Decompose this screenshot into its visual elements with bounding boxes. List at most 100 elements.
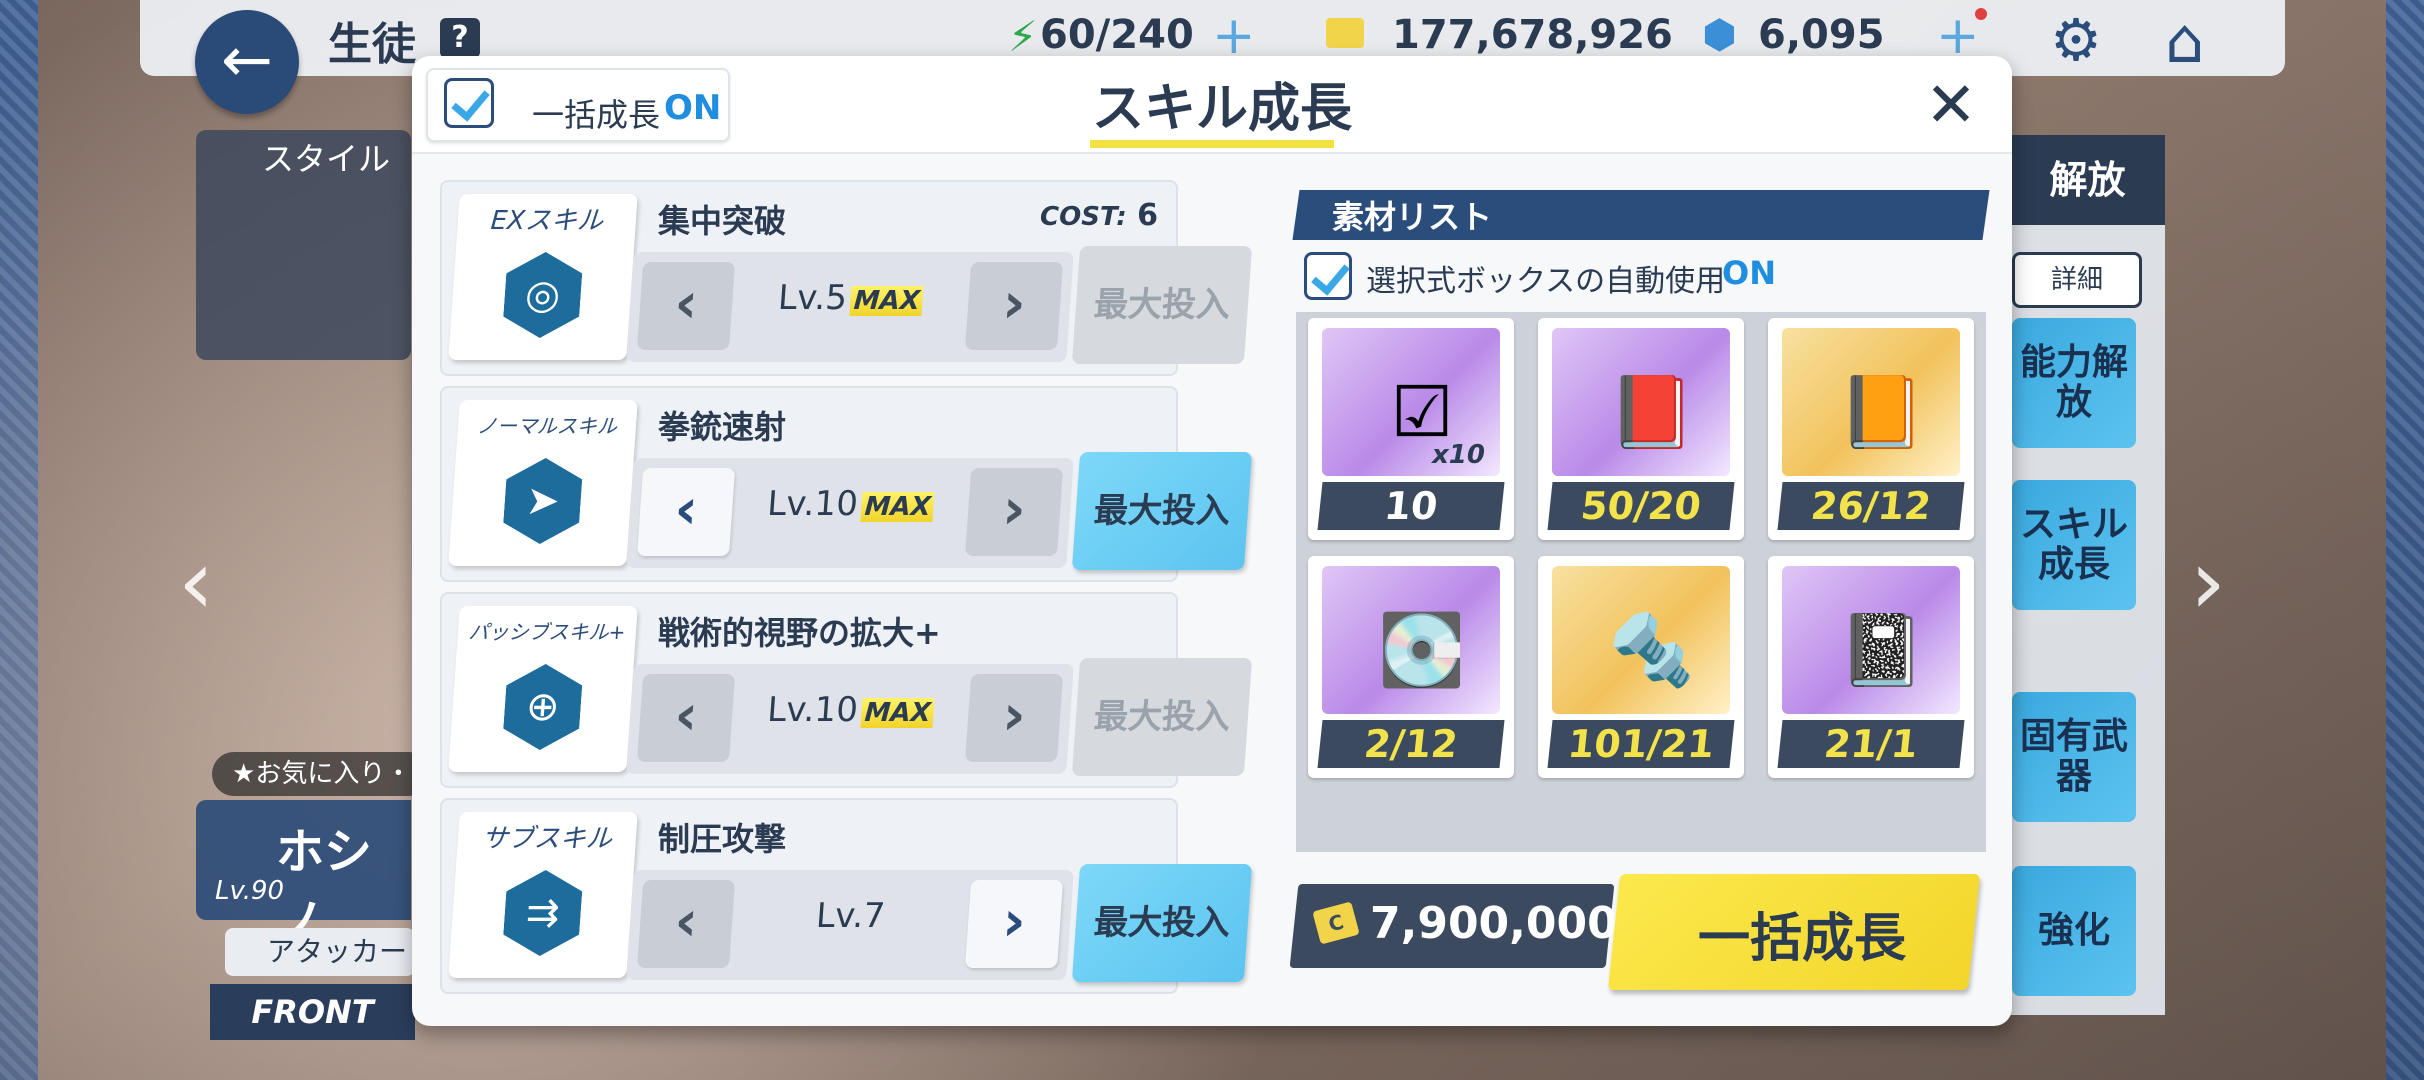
level-decrease-button[interactable]: ‹ — [636, 880, 736, 968]
materials-title: 素材リスト — [1332, 198, 1493, 236]
skill-name: 戦術的視野の拡大+ — [658, 614, 941, 652]
home-icon[interactable]: ⌂ — [2165, 4, 2204, 77]
notification-dot — [1975, 8, 1987, 20]
level-selector: ‹ Lv.10 MAX › — [626, 664, 1074, 774]
unique-weapon-button[interactable]: 固有武器 — [2012, 692, 2136, 822]
cost-label: COST: — [1040, 202, 1127, 232]
prev-student-arrow[interactable]: ‹ — [178, 530, 214, 635]
bulk-growth-label: 一括成長 — [532, 96, 661, 134]
material-item[interactable]: 📕 50/20 — [1538, 318, 1744, 540]
skill-row-sub: サブスキル ⇉ 制圧攻撃 ‹ Lv.7 › 最大投入 — [440, 798, 1253, 994]
detail-button[interactable]: 詳細 — [2012, 252, 2142, 308]
auto-use-state: ON — [1722, 254, 1776, 292]
material-count: 50/20 — [1547, 482, 1735, 530]
help-button[interactable]: ? — [440, 18, 480, 58]
skill-name: 集中突破 — [658, 202, 787, 240]
level-decrease-button[interactable]: ‹ — [636, 468, 736, 556]
level-selector: ‹ Lv.10 MAX › — [626, 458, 1074, 568]
ex-skill-icon: ◎ — [502, 252, 584, 338]
auto-use-label: 選択式ボックスの自動使用 — [1366, 264, 1726, 299]
material-image: 📙 — [1782, 328, 1960, 476]
right-menu-header: 解放 — [2010, 135, 2165, 225]
credits-value: 177,678,926 — [1392, 12, 1673, 58]
material-item[interactable]: 💽 2/12 — [1308, 556, 1514, 778]
skill-type: ノーマルスキル — [476, 414, 618, 438]
favorite-tag: ★お気に入り・ — [212, 752, 432, 796]
credit-cost: 7,900,000 — [1370, 898, 1618, 949]
close-icon[interactable]: ✕ — [1925, 68, 1977, 141]
next-student-arrow[interactable]: › — [2190, 530, 2226, 635]
level-display: Lv.5 MAX — [739, 278, 962, 318]
role-badge: アタッカー — [225, 928, 415, 976]
gear-icon[interactable]: ⚙ — [2050, 6, 2102, 74]
max-invest-button[interactable]: 最大投入 — [1071, 864, 1253, 982]
skill-cost: COST: 6 — [1040, 198, 1158, 233]
skill-type: EXスキル — [489, 206, 605, 236]
level-value: Lv.5 — [776, 278, 849, 318]
level-display: Lv.7 — [739, 896, 962, 936]
skill-name: 拳銃速射 — [658, 408, 787, 446]
skill-growth-button[interactable]: スキル成長 — [2012, 480, 2136, 610]
skill-card: サブスキル ⇉ — [448, 812, 638, 978]
dialog-title: スキル成長 — [1092, 79, 1353, 139]
ability-release-button[interactable]: 能力解放 — [2012, 318, 2136, 448]
material-image: 📕 — [1552, 328, 1730, 476]
material-item[interactable]: ☑ x10 10 — [1308, 318, 1514, 540]
enhance-button[interactable]: 強化 — [2012, 866, 2136, 996]
max-badge: MAX — [849, 286, 924, 316]
material-item[interactable]: 📓 21/1 — [1768, 556, 1974, 778]
level-increase-button[interactable]: › — [964, 880, 1064, 968]
pyroxene-icon: ⬢ — [1702, 12, 1737, 58]
skill-name: 制圧攻撃 — [658, 820, 787, 858]
material-image: 📓 — [1782, 566, 1960, 714]
skill-card: ノーマルスキル ➤ — [448, 400, 638, 566]
level-decrease-button[interactable]: ‹ — [636, 262, 736, 350]
level-selector: ‹ Lv.7 › — [626, 870, 1074, 980]
materials-grid: ☑ x10 10 📕 50/20 📙 26/12 💽 2/12 🔩 101/21… — [1296, 312, 1986, 852]
skill-growth-dialog: 一括成長 ON スキル成長 ✕ EXスキル ◎ 集中突破 COST: 6 ‹ L… — [412, 56, 2012, 1026]
skill-row-passive: パッシブスキル+ ⊕ 戦術的視野の拡大+ ‹ Lv.10 MAX › 最大投入 — [440, 592, 1253, 788]
title-underline — [1090, 140, 1334, 148]
max-badge: MAX — [860, 698, 935, 728]
position-badge: FRONT — [210, 984, 415, 1040]
level-value: Lv.10 — [765, 690, 860, 730]
bulk-growth-state: ON — [664, 88, 722, 128]
material-count: 26/12 — [1777, 482, 1965, 530]
pyroxene-value: 6,095 — [1758, 12, 1885, 58]
skill-row-ex: EXスキル ◎ 集中突破 COST: 6 ‹ Lv.5 MAX › 最大投入 — [440, 180, 1253, 376]
material-multiplier: x10 — [1432, 440, 1485, 470]
material-image: ☑ x10 — [1322, 328, 1500, 476]
material-item[interactable]: 📙 26/12 — [1768, 318, 1974, 540]
bulk-growth-button-label[interactable]: 一括成長 — [1698, 896, 1906, 971]
skill-type: パッシブスキル+ — [467, 620, 627, 644]
abydos-book-purple-icon: 📕 — [1608, 371, 1696, 453]
max-invest-button[interactable]: 最大投入 — [1071, 452, 1253, 570]
checkbox-icon[interactable] — [444, 78, 494, 128]
auto-use-checkbox[interactable] — [1304, 252, 1352, 300]
level-increase-button[interactable]: › — [964, 468, 1064, 556]
material-image: 🔩 — [1552, 566, 1730, 714]
material-count: 10 — [1317, 482, 1505, 530]
level-selector: ‹ Lv.5 MAX › — [626, 252, 1074, 362]
material-image: 💽 — [1322, 566, 1500, 714]
ap-value: 60/240 — [1040, 12, 1194, 58]
max-badge: MAX — [860, 492, 935, 522]
max-invest-button[interactable]: 最大投入 — [1071, 246, 1253, 364]
level-display: Lv.10 MAX — [739, 690, 962, 730]
technique-notebook-icon: 📓 — [1838, 609, 1926, 691]
page-title: 生徒 — [328, 19, 416, 70]
sub-skill-icon: ⇉ — [502, 870, 584, 956]
skill-type: サブスキル — [480, 824, 613, 854]
passive-skill-icon: ⊕ — [502, 664, 584, 750]
max-invest-button[interactable]: 最大投入 — [1071, 658, 1253, 776]
level-increase-button[interactable]: › — [964, 262, 1064, 350]
material-item[interactable]: 🔩 101/21 — [1538, 556, 1744, 778]
back-button[interactable]: ← — [195, 10, 299, 114]
material-count: 21/1 — [1777, 720, 1965, 768]
level-decrease-button[interactable]: ‹ — [636, 674, 736, 762]
level-increase-button[interactable]: › — [964, 674, 1064, 762]
bulk-growth-toggle[interactable]: 一括成長 ON — [426, 68, 730, 142]
normal-skill-icon: ➤ — [502, 458, 584, 544]
level-value: Lv.7 — [814, 896, 887, 936]
level-value: Lv.10 — [765, 484, 860, 524]
